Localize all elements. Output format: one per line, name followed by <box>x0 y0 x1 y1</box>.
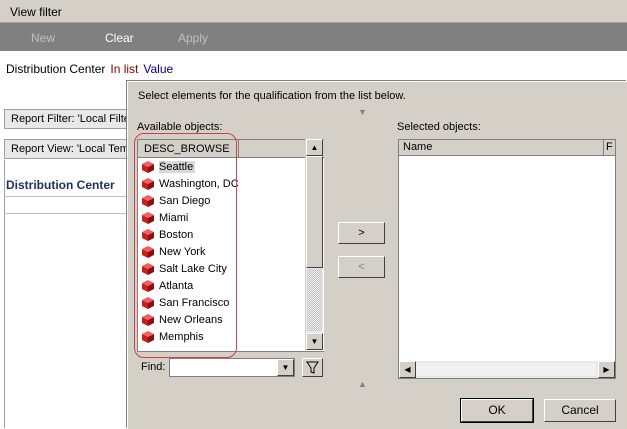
column-header-extra[interactable]: F <box>604 140 615 156</box>
remove-button[interactable]: < <box>338 256 385 278</box>
highlight-annotation <box>134 133 237 358</box>
condition-attribute[interactable]: Distribution Center <box>6 62 105 76</box>
column-header-label: F <box>606 141 613 153</box>
apply-button[interactable]: Apply <box>178 31 208 45</box>
find-dropdown-button[interactable]: ▼ <box>277 359 294 376</box>
add-button[interactable]: > <box>338 222 385 244</box>
expand-up-icon[interactable]: ▲ <box>358 379 367 389</box>
column-header-label: Name <box>403 141 433 153</box>
scroll-up-button[interactable]: ▲ <box>306 139 323 156</box>
find-label: Find: <box>141 361 166 373</box>
grid-divider <box>4 196 134 197</box>
scroll-thumb[interactable] <box>306 156 323 268</box>
selected-list-hscrollbar[interactable]: ◀ ▶ <box>399 361 615 378</box>
condition-value[interactable]: Value <box>143 62 173 76</box>
report-view-tab[interactable]: Report View: 'Local Template' <box>4 139 155 159</box>
ok-button[interactable]: OK <box>460 398 534 423</box>
scroll-track[interactable] <box>416 363 596 376</box>
filter-funnel-icon[interactable] <box>302 358 323 377</box>
dialog-instruction: Select elements for the qualification fr… <box>138 90 406 102</box>
grid-header-distribution-center: Distribution Center <box>6 178 115 192</box>
scroll-track[interactable] <box>307 269 322 331</box>
report-filter-tab-label: Report Filter: 'Local Filter' <box>11 113 136 125</box>
clear-button[interactable]: Clear <box>105 31 134 45</box>
scroll-right-button[interactable]: ▶ <box>598 361 615 378</box>
scroll-down-button[interactable]: ▼ <box>306 333 323 350</box>
grid-divider <box>4 213 134 214</box>
scroll-left-button[interactable]: ◀ <box>399 361 416 378</box>
element-selection-dialog: Select elements for the qualification fr… <box>127 81 627 429</box>
available-list-scrollbar[interactable]: ▲ ▼ <box>305 139 323 350</box>
filter-condition[interactable]: Distribution Center In list Value <box>6 62 173 76</box>
report-grid <box>4 160 145 428</box>
condition-operator[interactable]: In list <box>110 62 138 76</box>
selected-objects-list[interactable]: Name F ◀ ▶ <box>398 139 616 379</box>
new-button[interactable]: New <box>31 31 55 45</box>
cancel-button[interactable]: Cancel <box>544 399 616 422</box>
selected-objects-label: Selected objects: <box>397 121 481 133</box>
report-filter-tab[interactable]: Report Filter: 'Local Filter' <box>4 109 146 129</box>
view-filter-header: View filter <box>0 0 627 23</box>
available-objects-label: Available objects: <box>137 121 223 133</box>
view-filter-toolbar: New Clear Apply <box>0 23 627 51</box>
collapse-down-icon[interactable]: ▼ <box>358 107 367 117</box>
view-filter-title: View filter <box>10 5 62 19</box>
column-header-name[interactable]: Name <box>399 140 604 156</box>
